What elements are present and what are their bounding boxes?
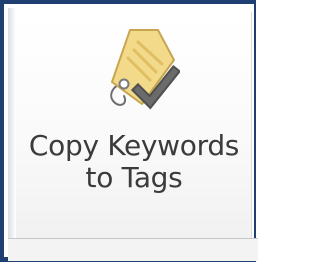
copy-keywords-to-tags-button[interactable]: Copy Keywords to Tags	[16, 12, 252, 238]
panel-edge-shadow	[8, 8, 16, 261]
button-label-line1: Copy Keywords	[28, 129, 240, 162]
ribbon-group-footer	[8, 239, 258, 261]
button-label-line2: to Tags	[85, 161, 183, 194]
tag-checkmark-icon	[110, 29, 180, 110]
ribbon-panel: Copy Keywords to Tags	[0, 0, 258, 262]
